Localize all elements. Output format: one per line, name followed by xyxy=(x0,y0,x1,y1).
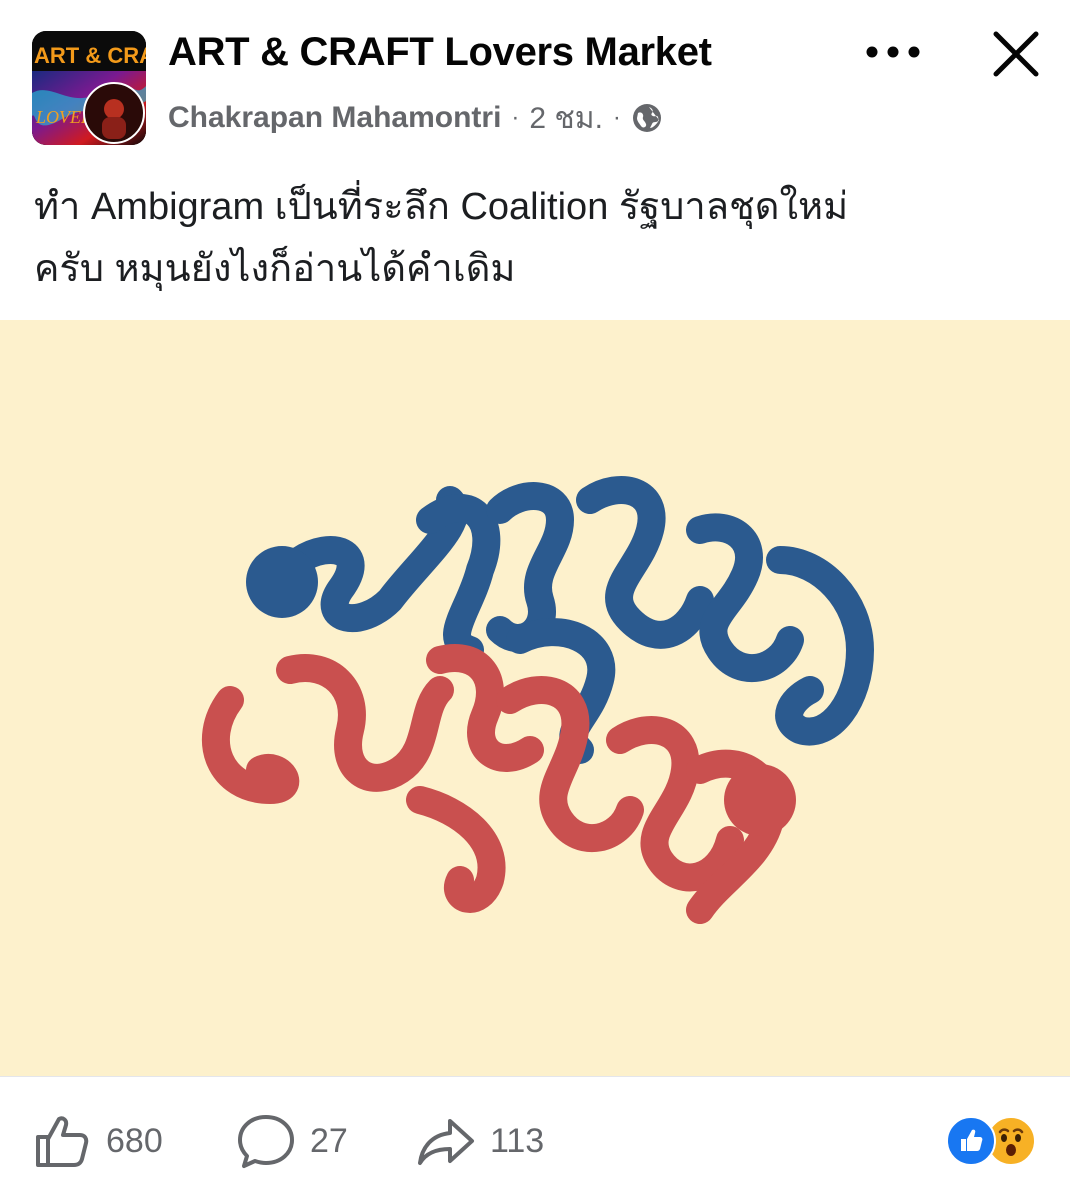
group-name[interactable]: ART & CRAFT Lovers Market xyxy=(168,30,712,75)
like-count: 680 xyxy=(106,1121,163,1160)
ambigram-blue-dot xyxy=(246,546,318,618)
comment-button[interactable]: 27 xyxy=(236,1111,348,1171)
like-reaction-icon xyxy=(946,1116,996,1166)
like-button[interactable]: 680 xyxy=(32,1111,163,1171)
globe-icon xyxy=(631,102,663,134)
meta-separator: · xyxy=(511,104,520,131)
share-button[interactable]: 113 xyxy=(416,1111,544,1171)
ambigram-red-lettering xyxy=(201,644,786,924)
reactions-summary[interactable] xyxy=(946,1116,1042,1166)
post-header: ART & CRA LOVER ART & CRAFT Lovers Marke… xyxy=(0,0,1070,150)
post-image[interactable] xyxy=(0,320,1070,1076)
close-icon xyxy=(993,31,1039,77)
thumbs-up-icon xyxy=(36,1116,89,1167)
post-caption: ทำ Ambigram เป็นที่ระลึก Coalition รัฐบา… xyxy=(34,186,849,290)
more-options-button[interactable] xyxy=(862,30,924,74)
meta-separator-2: · xyxy=(612,104,621,131)
author-name[interactable]: Chakrapan Mahamontri xyxy=(168,101,501,135)
post-card: ART & CRA LOVER ART & CRAFT Lovers Marke… xyxy=(0,0,1070,1200)
ambigram-artwork xyxy=(201,476,874,924)
post-meta: Chakrapan Mahamontri · 2 ชม. · xyxy=(168,98,663,138)
comment-count: 27 xyxy=(310,1121,348,1160)
comment-bubble-icon xyxy=(238,1115,294,1168)
close-button[interactable] xyxy=(984,22,1048,86)
share-arrow-icon xyxy=(418,1119,474,1165)
group-avatar[interactable]: ART & CRA LOVER xyxy=(32,31,146,145)
post-time[interactable]: 2 ชม. xyxy=(529,95,603,142)
post-footer: 680 27 113 xyxy=(0,1076,1070,1200)
avatar-image: ART & CRA LOVER xyxy=(32,31,146,145)
ambigram-red-dot xyxy=(724,764,796,836)
share-count: 113 xyxy=(490,1121,545,1160)
avatar-line1: ART & CRA xyxy=(34,43,146,68)
more-horizontal-icon xyxy=(866,46,920,58)
